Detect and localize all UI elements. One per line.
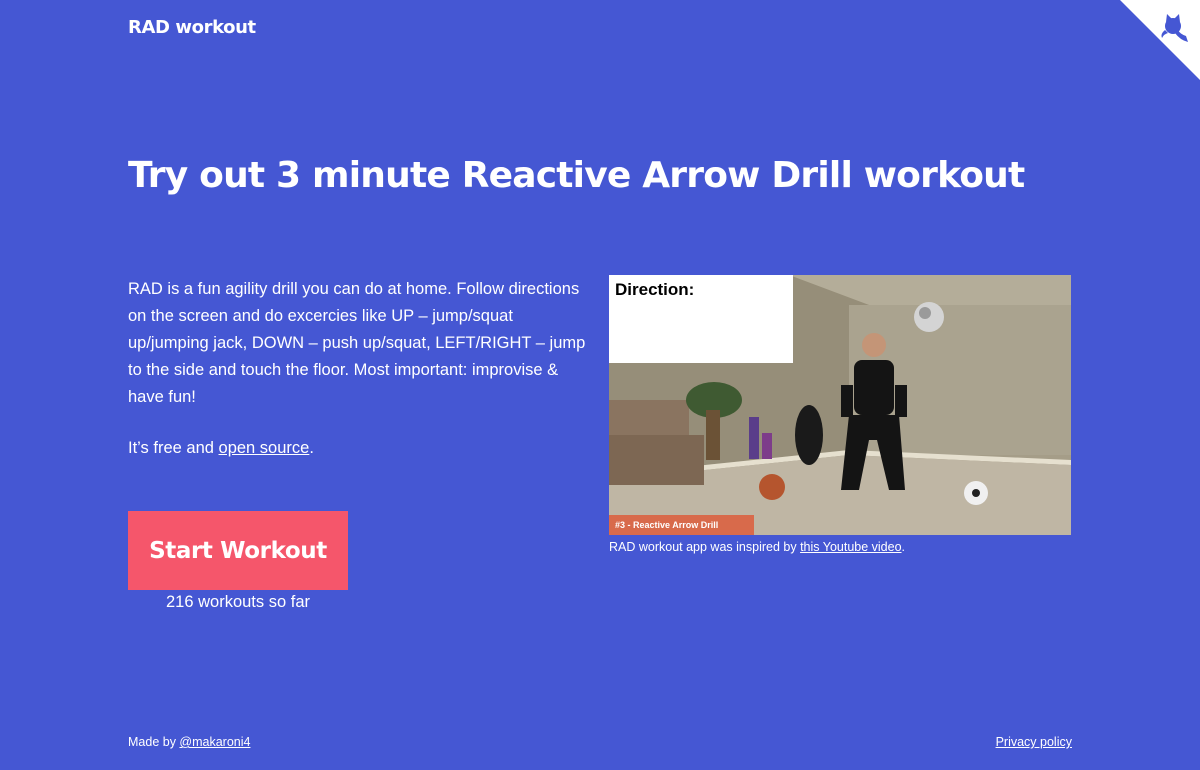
video-title-banner: #3 - Reactive Arrow Drill [615,520,718,530]
intro-description: RAD is a fun agility drill you can do at… [128,280,586,406]
page-title: Try out 3 minute Reactive Arrow Drill wo… [128,155,1025,196]
video-caption-prefix: RAD workout app was inspired by [609,540,801,554]
video-caption: RAD workout app was inspired by this You… [609,538,905,556]
brand-logo-link[interactable]: RAD workout [128,17,256,38]
direction-label: Direction: [615,280,694,299]
open-source-suffix: . [309,439,314,457]
open-source-note: It’s free and open source. [128,435,314,462]
youtube-video-link[interactable]: this Youtube video [800,540,901,554]
footer-credit-prefix: Made by [128,735,180,749]
github-corner-link[interactable] [1120,0,1200,80]
workout-count: 216 workouts so far [166,593,310,611]
video-thumbnail: Direction: #3 - Reactive Arrow Drill [609,275,1071,535]
video-caption-suffix: . [901,540,906,554]
author-link[interactable]: @makaroni4 [179,735,250,749]
open-source-link[interactable]: open source [219,439,310,457]
open-source-prefix: It’s free and [128,439,219,457]
youtube-video-embed[interactable]: Direction: #3 - Reactive Arrow Drill [609,275,1071,535]
privacy-policy-link[interactable]: Privacy policy [996,733,1072,751]
octocat-icon [1120,0,1200,80]
start-workout-button[interactable]: Start Workout [128,511,348,590]
footer-credit: Made by @makaroni4 [128,733,250,751]
